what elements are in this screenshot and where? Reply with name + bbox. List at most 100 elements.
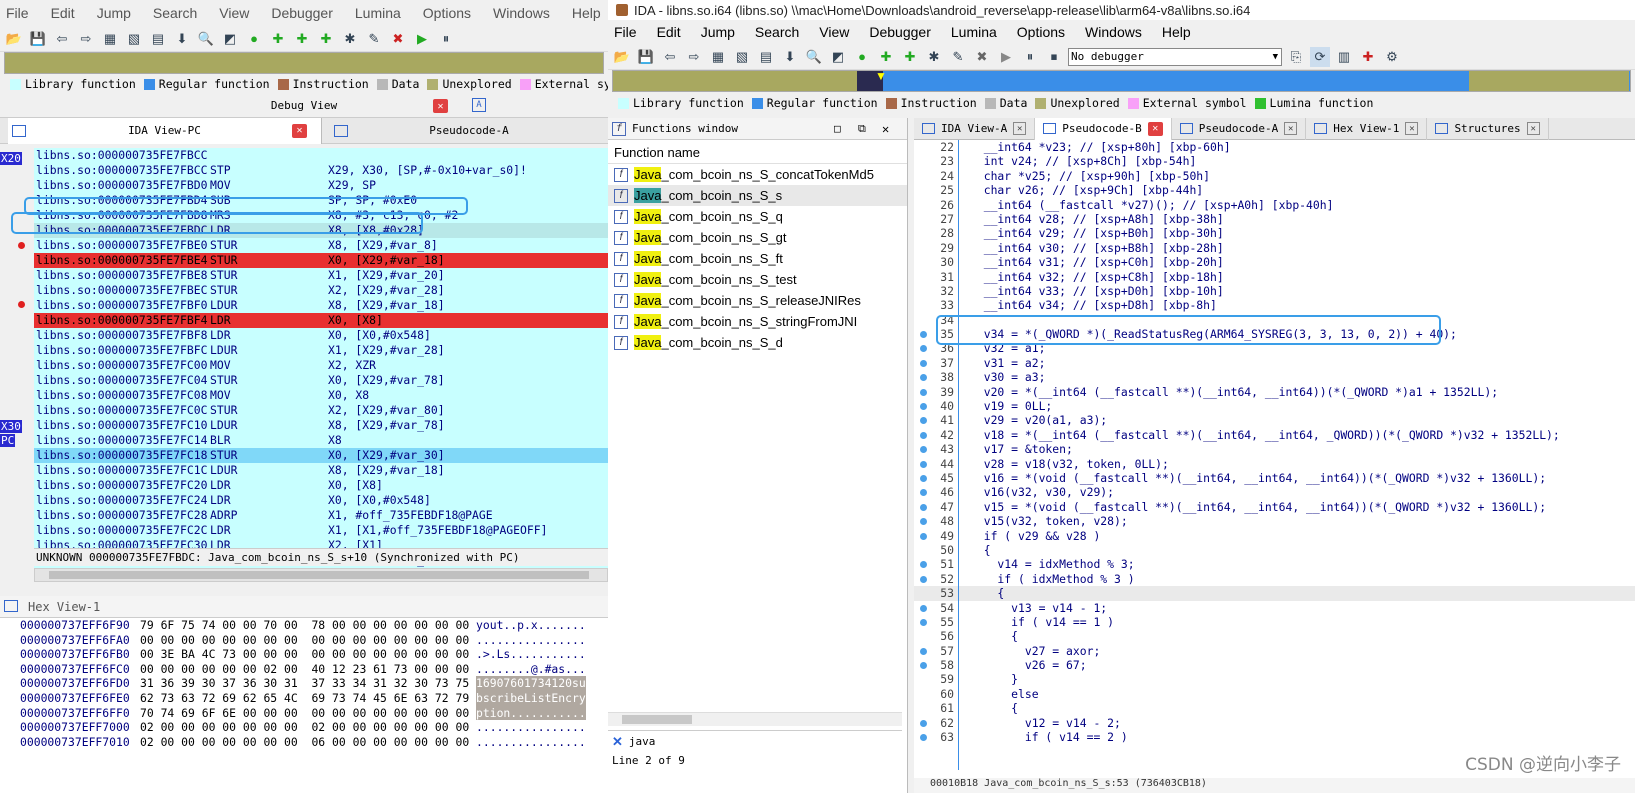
tab-pseudocode-a[interactable]: Pseudocode-A: [330, 118, 608, 144]
menu-options[interactable]: Options: [423, 5, 471, 21]
debugger-select[interactable]: No debugger ▼: [1068, 47, 1282, 66]
disasm-line[interactable]: libns.so:000000735FE7FC04 STUR X0, [X29,#v…: [34, 373, 608, 388]
record-icon[interactable]: ●: [244, 29, 264, 49]
pseudocode-line[interactable]: 29 __int64 v30; // [xsp+B8h] [xbp-28h]: [914, 241, 1635, 255]
pseudocode-line[interactable]: 41 v29 = v20(a1, a3);: [914, 413, 1635, 427]
forward-icon[interactable]: ⇨: [684, 47, 704, 67]
disasm-line[interactable]: libns.so:000000735FE7FC1C LDUR X8, [X29,#v…: [34, 463, 608, 478]
disasm-line[interactable]: libns.so:000000735FE7FBE4 STUR X0, [X29,#v…: [34, 253, 608, 268]
settings-icon[interactable]: ⚙: [1382, 47, 1402, 67]
save-icon[interactable]: 💾: [636, 47, 656, 67]
layout-icon[interactable]: ▥: [1334, 47, 1354, 67]
hex-row[interactable]: 000000737EFF6FF0 70 74 69 6F 6E 00 00 00 …: [0, 705, 608, 721]
disasm-line[interactable]: libns.so:000000735FE7FC00 MOV X2, XZR: [34, 358, 608, 373]
pseudocode-tab-icon[interactable]: A: [472, 98, 486, 112]
menu-search[interactable]: Search: [153, 5, 197, 21]
disasm-line[interactable]: libns.so:000000735FE7FBE8 STUR X1, [X29,#v…: [34, 268, 608, 283]
plus2-icon[interactable]: ✚: [292, 29, 312, 49]
menu-edit[interactable]: Edit: [657, 24, 681, 40]
function-list-item[interactable]: f Java_com_bcoin_ns_S_concatTokenMd5: [608, 164, 907, 185]
function-list-item[interactable]: f Java_com_bcoin_ns_S_gt: [608, 227, 907, 248]
hex-dump[interactable]: 000000737EFF6F90 79 6F 75 74 00 00 70 00 …: [0, 618, 608, 793]
search-icon[interactable]: 🔍: [196, 29, 216, 49]
disasm-line[interactable]: libns.so:000000735FE7FBD0 MOV X29, SP: [34, 178, 608, 193]
pseudocode-line[interactable]: 57 v27 = axor;: [914, 644, 1635, 658]
menu-file[interactable]: File: [614, 24, 637, 40]
menu-view[interactable]: View: [219, 5, 249, 21]
function-name-header[interactable]: Function name: [608, 140, 907, 164]
save-icon[interactable]: 💾: [28, 29, 48, 49]
pause-icon[interactable]: ⏸: [1020, 47, 1040, 67]
disasm-line[interactable]: libns.so:000000735FE7FC0C STUR X2, [X29,#v…: [34, 403, 608, 418]
graph-icon[interactable]: ◩: [220, 29, 240, 49]
open-icon[interactable]: 📂: [612, 47, 632, 67]
tab-pseudocode-a[interactable]: Pseudocode-A ✕: [1172, 117, 1307, 140]
disasm-line[interactable]: libns.so:000000735FE7FC24 LDR X0, [X0,#0x5…: [34, 493, 608, 508]
menu-search[interactable]: Search: [755, 24, 799, 40]
plus2-icon[interactable]: ✚: [900, 47, 920, 67]
menu-debugger[interactable]: Debugger: [271, 5, 333, 21]
scroll-thumb[interactable]: [49, 571, 589, 579]
close-tab-icon[interactable]: ✕: [1405, 122, 1419, 135]
pseudocode-line[interactable]: 25 char v26; // [xsp+9Ch] [xbp-44h]: [914, 183, 1635, 197]
pseudocode-line[interactable]: 53 {: [914, 586, 1635, 601]
pseudocode-line[interactable]: 44 v28 = v18(v32, token, 0LL);: [914, 457, 1635, 471]
struct-icon[interactable]: ▤: [148, 29, 168, 49]
close-debug-view-icon[interactable]: ✕: [433, 99, 448, 113]
disasm-line[interactable]: libns.so:000000735FE7FBFC LDUR X1, [X29,#v…: [34, 343, 608, 358]
close-icon[interactable]: ✖: [972, 47, 992, 67]
disasm-line[interactable]: libns.so:000000735FE7FBCC STP X29, X30, [S…: [34, 163, 608, 178]
pseudocode-line[interactable]: 30 __int64 v31; // [xsp+C0h] [xbp-20h]: [914, 255, 1635, 269]
breakpoint-icon[interactable]: ✱: [924, 47, 944, 67]
pseudocode-line[interactable]: 38 v30 = a3;: [914, 370, 1635, 384]
pseudocode-line[interactable]: 63 if ( v14 == 2 ): [914, 730, 1635, 744]
disasm-line[interactable]: libns.so:000000735FE7FC10 LDUR X8, [X29,#v…: [34, 418, 608, 433]
attach-icon[interactable]: ⎘: [1286, 47, 1306, 67]
pseudocode-line[interactable]: 32 __int64 v33; // [xsp+D0h] [xbp-10h]: [914, 284, 1635, 298]
pseudocode-line[interactable]: 24 char *v25; // [xsp+90h] [xbp-50h]: [914, 169, 1635, 183]
hex-row[interactable]: 000000737EFF7000 02 00 00 00 00 00 00 00 …: [0, 720, 608, 735]
hex-row[interactable]: 000000737EFF6FC0 00 00 00 00 00 00 02 00 …: [0, 662, 608, 677]
disasm-line[interactable]: libns.so:000000735FE7FC14 BLR X8: [34, 433, 608, 448]
disasm-line[interactable]: libns.so:000000735FE7FC2C LDR X1, [X1,#off…: [34, 523, 608, 538]
stop-icon[interactable]: ⏹: [1044, 47, 1064, 67]
pseudocode-line[interactable]: 42 v18 = *(__int64 (__fastcall **)(__int…: [914, 428, 1635, 442]
tab-structures[interactable]: Structures ✕: [1427, 117, 1549, 140]
function-list-item[interactable]: f Java_com_bcoin_ns_S_ft: [608, 248, 907, 269]
pseudocode-line[interactable]: 49 if ( v29 && v28 ): [914, 529, 1635, 543]
pseudocode-line[interactable]: 40 v19 = 0LL;: [914, 399, 1635, 413]
function-list-item[interactable]: f Java_com_bcoin_ns_S_s: [608, 185, 907, 206]
segment-icon[interactable]: ▦: [100, 29, 120, 49]
menu-jump[interactable]: Jump: [701, 24, 735, 40]
disasm-line[interactable]: libns.so:000000735FE7FBCC: [34, 148, 608, 163]
down-arrow-icon[interactable]: ⬇: [172, 29, 192, 49]
clear-search-icon[interactable]: ✕: [612, 734, 623, 750]
menu-help[interactable]: Help: [572, 5, 601, 21]
add-icon[interactable]: ✚: [1358, 47, 1378, 67]
disasm-line[interactable]: libns.so:000000735FE7FC08 MOV X0, X8: [34, 388, 608, 403]
pseudocode-line[interactable]: 52 if ( idxMethod % 3 ): [914, 572, 1635, 586]
close-icon[interactable]: ✖: [388, 29, 408, 49]
tab-hex-view-1[interactable]: Hex View-1 ✕: [1306, 117, 1428, 140]
hex-row[interactable]: 000000737EFF7010 02 00 00 00 00 00 00 00 …: [0, 735, 608, 750]
left-navigation-band[interactable]: [4, 52, 604, 74]
disasm-line[interactable]: libns.so:000000735FE7FC18 STUR X0, [X29,#v…: [34, 448, 608, 463]
pseudocode-line[interactable]: 31 __int64 v32; // [xsp+C8h] [xbp-18h]: [914, 270, 1635, 284]
functions-hscrollbar[interactable]: [608, 712, 902, 726]
menu-options[interactable]: Options: [1017, 24, 1065, 40]
function-icon[interactable]: ▧: [732, 47, 752, 67]
sync-icon[interactable]: ⟳: [1310, 46, 1330, 67]
function-icon[interactable]: ▧: [124, 29, 144, 49]
pseudocode-line[interactable]: 22 __int64 *v23; // [xsp+80h] [xbp-60h]: [914, 140, 1635, 154]
disasm-line[interactable]: libns.so:000000735FE7FBF4 LDR X0, [X8]: [34, 313, 608, 328]
pseudocode-line[interactable]: 46 v16(v32, v30, v29);: [914, 485, 1635, 499]
tab-ida-view-a[interactable]: IDA View-A ✕: [914, 117, 1036, 140]
disasm-hscrollbar[interactable]: [34, 568, 608, 582]
pseudocode-line[interactable]: 56 {: [914, 629, 1635, 643]
close-tab-icon[interactable]: ✕: [1147, 121, 1163, 136]
pseudocode-line[interactable]: 45 v16 = *(void (__fastcall **)(__int64,…: [914, 471, 1635, 485]
struct-icon[interactable]: ▤: [756, 47, 776, 67]
hex-row[interactable]: 000000737EFF6FE0 62 73 63 72 69 62 65 4C …: [0, 690, 608, 706]
breakpoint-dot[interactable]: [18, 301, 25, 308]
disasm-line[interactable]: libns.so:000000735FE7FBF8 LDR X0, [X0,#0x5…: [34, 328, 608, 343]
